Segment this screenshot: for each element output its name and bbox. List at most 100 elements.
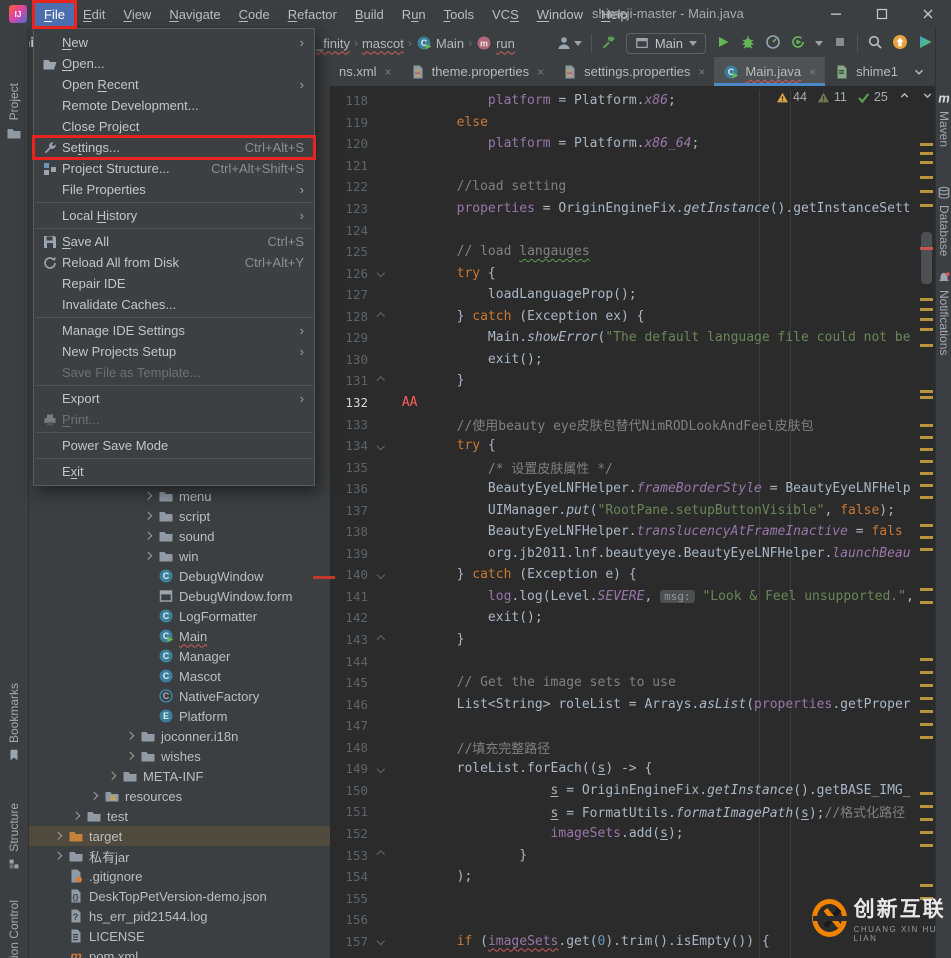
menu-item-repair-ide[interactable]: Repair IDE bbox=[34, 273, 314, 294]
stripe-mark[interactable] bbox=[920, 601, 933, 604]
tree-item-Manager[interactable]: CManager bbox=[29, 646, 330, 666]
code-line-124[interactable]: 124 bbox=[330, 219, 935, 241]
stripe-mark[interactable] bbox=[920, 496, 933, 499]
stripe-mark[interactable] bbox=[920, 658, 933, 661]
tree-item-menu[interactable]: menu bbox=[29, 486, 330, 506]
menu-refactor[interactable]: Refactor bbox=[279, 3, 346, 26]
fold-marker[interactable] bbox=[368, 938, 394, 944]
code-line-137[interactable]: 137 UIManager.put("RootPane.setupButtonV… bbox=[330, 499, 935, 521]
breadcrumb-item[interactable]: mrun bbox=[476, 35, 515, 51]
stripe-mark[interactable] bbox=[920, 884, 933, 887]
tree-item-META-INF[interactable]: META-INF bbox=[29, 766, 330, 786]
stripe-mark[interactable] bbox=[920, 344, 933, 347]
tab-settings.properties[interactable]: settings.properties× bbox=[553, 57, 714, 86]
expand-arrow-icon[interactable] bbox=[71, 811, 81, 821]
stripe-project[interactable]: Project bbox=[0, 83, 28, 178]
menu-item-print[interactable]: Print... bbox=[34, 409, 314, 430]
stripe-mark[interactable] bbox=[920, 396, 933, 399]
stripe-mark[interactable] bbox=[920, 736, 933, 739]
menu-item-save-file-as-template[interactable]: Save File as Template... bbox=[34, 362, 314, 383]
code-line-152[interactable]: 152 imageSets.add(s); bbox=[330, 823, 935, 845]
stripe-mark[interactable] bbox=[920, 792, 933, 795]
stripe-mark[interactable] bbox=[920, 308, 933, 311]
code-line-139[interactable]: 139 org.jb2011.lnf.beautyeye.BeautyEyeLN… bbox=[330, 543, 935, 565]
tab-theme.properties[interactable]: theme.properties× bbox=[401, 57, 554, 86]
tree-item-NativeFactory[interactable]: CNativeFactory bbox=[29, 686, 330, 706]
close-tab-icon[interactable]: × bbox=[537, 65, 544, 79]
bug-button[interactable] bbox=[740, 34, 756, 53]
breadcrumb-item[interactable]: CMain bbox=[416, 35, 464, 51]
code-line-130[interactable]: 130 exit(); bbox=[330, 349, 935, 371]
code-line-153[interactable]: 153 } bbox=[330, 844, 935, 866]
menu-item-export[interactable]: Export› bbox=[34, 388, 314, 409]
menu-item-open-recent[interactable]: Open Recent› bbox=[34, 74, 314, 95]
editor-scrollbar[interactable] bbox=[921, 232, 932, 284]
fold-marker[interactable] bbox=[368, 314, 394, 320]
navigate-up-button[interactable] bbox=[898, 89, 911, 105]
stripe-mark[interactable] bbox=[920, 684, 933, 687]
code-line-141[interactable]: 141 log.log(Level.SEVERE, msg: "Look & F… bbox=[330, 586, 935, 608]
code-line-123[interactable]: 123 properties = OriginEngineFix.getInst… bbox=[330, 198, 935, 220]
code-line-154[interactable]: 154 ); bbox=[330, 866, 935, 888]
expand-arrow-icon[interactable] bbox=[143, 511, 153, 521]
inspection-warn-yellow[interactable]: 44 bbox=[776, 90, 807, 104]
menu-window[interactable]: Window bbox=[528, 3, 592, 26]
stripe-mark[interactable] bbox=[920, 472, 933, 475]
stripe-version-control[interactable]: Version Control bbox=[0, 900, 28, 958]
expand-arrow-icon[interactable] bbox=[125, 731, 135, 741]
code-line-121[interactable]: 121 bbox=[330, 155, 935, 177]
expand-arrow-icon[interactable] bbox=[53, 851, 63, 861]
expand-arrow-icon[interactable] bbox=[143, 531, 153, 541]
menu-item-local-history[interactable]: Local History› bbox=[34, 205, 314, 226]
close-button[interactable] bbox=[905, 0, 951, 28]
menu-build[interactable]: Build bbox=[346, 3, 393, 26]
stripe-mark[interactable] bbox=[920, 424, 933, 427]
tree-item-hs_err_pid21544.log[interactable]: ?hs_err_pid21544.log bbox=[29, 906, 330, 926]
inspection-warn-dim[interactable]: 11 bbox=[817, 90, 847, 104]
minimize-button[interactable] bbox=[813, 0, 859, 28]
code-line-148[interactable]: 148 //填充完整路径 bbox=[330, 737, 935, 759]
tab-Main.java[interactable]: CMain.java× bbox=[714, 57, 825, 86]
menu-item-new-projects-setup[interactable]: New Projects Setup› bbox=[34, 341, 314, 362]
fold-marker[interactable] bbox=[368, 270, 394, 276]
menu-item-exit[interactable]: Exit bbox=[34, 461, 314, 482]
tree-item-Platform[interactable]: EPlatform bbox=[29, 706, 330, 726]
menu-tools[interactable]: Tools bbox=[435, 3, 483, 26]
tree-item-LogFormatter[interactable]: CLogFormatter bbox=[29, 606, 330, 626]
tree-item-win[interactable]: win bbox=[29, 546, 330, 566]
code-line-135[interactable]: 135 /* 设置皮肤属性 */ bbox=[330, 456, 935, 478]
expand-arrow-icon[interactable] bbox=[89, 791, 99, 801]
menu-item-invalidate-caches[interactable]: Invalidate Caches... bbox=[34, 294, 314, 315]
code-line-146[interactable]: 146 List<String> roleList = Arrays.asLis… bbox=[330, 693, 935, 715]
tree-item-test[interactable]: test bbox=[29, 806, 330, 826]
tree-item-LICENSE[interactable]: LICENSE bbox=[29, 926, 330, 946]
search-button[interactable] bbox=[867, 34, 883, 53]
inspection-typo-green[interactable]: 25 bbox=[857, 90, 888, 104]
stripe-mark[interactable] bbox=[920, 390, 933, 393]
menu-item-save-all[interactable]: Save AllCtrl+S bbox=[34, 231, 314, 252]
fold-marker[interactable] bbox=[368, 443, 394, 449]
code-line-126[interactable]: 126 try { bbox=[330, 262, 935, 284]
tree-item-Main[interactable]: CMain bbox=[29, 626, 330, 646]
tree-item-私有jar[interactable]: 私有jar bbox=[29, 846, 330, 866]
stripe-mark[interactable] bbox=[920, 588, 933, 591]
code-line-147[interactable]: 147 bbox=[330, 715, 935, 737]
tree-item-joconner.i18n[interactable]: joconner.i18n bbox=[29, 726, 330, 746]
fold-marker[interactable] bbox=[368, 852, 394, 858]
stripe-mark[interactable] bbox=[920, 247, 933, 250]
run-options-arrow[interactable] bbox=[815, 41, 823, 46]
stripe-mark[interactable] bbox=[920, 671, 933, 674]
stripe-mark[interactable] bbox=[920, 818, 933, 821]
fold-marker[interactable] bbox=[368, 572, 394, 578]
tree-item-wishes[interactable]: wishes bbox=[29, 746, 330, 766]
breadcrumb-item[interactable]: _finity bbox=[316, 36, 350, 51]
stripe-mark[interactable] bbox=[920, 176, 933, 179]
expand-arrow-icon[interactable] bbox=[53, 831, 63, 841]
code-line-128[interactable]: 128 } catch (Exception ex) { bbox=[330, 306, 935, 328]
menu-item-manage-ide-settings[interactable]: Manage IDE Settings› bbox=[34, 320, 314, 341]
stripe-mark[interactable] bbox=[920, 448, 933, 451]
stripe-mark[interactable] bbox=[920, 318, 933, 321]
stripe-notifications[interactable]: Notifications bbox=[936, 271, 951, 355]
menu-item-open[interactable]: Open... bbox=[34, 53, 314, 74]
code-line-125[interactable]: 125 // load langauges bbox=[330, 241, 935, 263]
